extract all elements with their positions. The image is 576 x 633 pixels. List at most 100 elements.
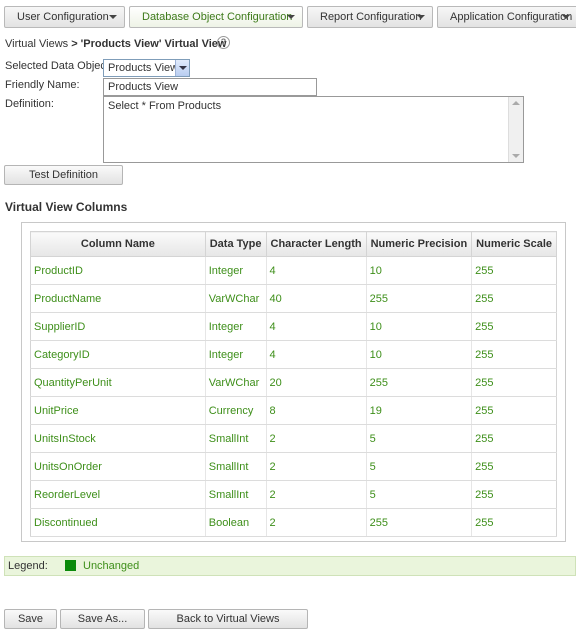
table-row[interactable]: ProductID Integer 4 10 255 <box>30 256 557 285</box>
column-header-numeric-scale[interactable]: Numeric Scale <box>471 231 557 257</box>
cell-character-length: 20 <box>265 368 367 397</box>
cell-character-length: 2 <box>265 508 367 537</box>
cell-character-length: 2 <box>265 480 367 509</box>
save-as-button[interactable]: Save As... <box>60 609 145 629</box>
help-icon[interactable]: ? <box>217 36 230 49</box>
cell-data-type: Integer <box>204 312 266 341</box>
cell-character-length: 2 <box>265 424 367 453</box>
cell-numeric-scale: 255 <box>471 368 557 397</box>
tab-label: Application Configuration <box>450 11 573 23</box>
definition-label: Definition: <box>5 98 54 110</box>
table-row[interactable]: Discontinued Boolean 2 255 255 <box>30 508 557 537</box>
cell-column-name: QuantityPerUnit <box>30 368 206 397</box>
tab-label: Report Configuration <box>320 11 422 23</box>
breadcrumb-parent-link[interactable]: Virtual Views <box>5 38 68 50</box>
friendly-name-input[interactable]: Products View <box>103 78 317 96</box>
tab-user-configuration[interactable]: User Configuration <box>4 6 125 28</box>
cell-column-name: SupplierID <box>30 312 206 341</box>
cell-data-type: Boolean <box>204 508 266 537</box>
table-header-row: Column Name Data Type Character Length N… <box>30 231 557 257</box>
legend-swatch-unchanged <box>65 560 76 571</box>
cell-character-length: 4 <box>265 312 367 341</box>
table-row[interactable]: ReorderLevel SmallInt 2 5 255 <box>30 480 557 509</box>
cell-numeric-precision: 255 <box>365 508 472 537</box>
breadcrumb-separator: > <box>71 38 78 50</box>
cell-numeric-scale: 255 <box>471 312 557 341</box>
cell-numeric-precision: 10 <box>365 340 472 369</box>
cell-numeric-scale: 255 <box>471 424 557 453</box>
tab-report-configuration[interactable]: Report Configuration <box>307 6 433 28</box>
scroll-down-icon[interactable] <box>512 154 520 158</box>
table-row[interactable]: UnitsInStock SmallInt 2 5 255 <box>30 424 557 453</box>
test-definition-button[interactable]: Test Definition <box>4 165 123 185</box>
columns-table: Column Name Data Type Character Length N… <box>30 231 557 537</box>
cell-column-name: UnitsInStock <box>30 424 206 453</box>
tab-database-object-configuration[interactable]: Database Object Configuration <box>129 6 303 28</box>
cell-character-length: 4 <box>265 256 367 285</box>
breadcrumb: Virtual Views > 'Products View' Virtual Vi… <box>5 38 226 50</box>
definition-scrollbar[interactable] <box>508 97 523 162</box>
table-row[interactable]: ProductName VarWChar 40 255 255 <box>30 284 557 313</box>
legend-bar: Legend: Unchanged <box>4 556 576 576</box>
selected-object-label: Selected Data Object: <box>5 60 113 72</box>
cell-character-length: 4 <box>265 340 367 369</box>
cell-numeric-scale: 255 <box>471 508 557 537</box>
definition-textarea[interactable]: Select * From Products <box>103 96 524 163</box>
config-tab-bar: User Configuration Database Object Confi… <box>0 0 576 32</box>
column-header-character-length[interactable]: Character Length <box>265 231 367 257</box>
tab-label: User Configuration <box>17 11 109 23</box>
chevron-down-icon <box>109 15 117 19</box>
cell-numeric-precision: 5 <box>365 480 472 509</box>
selected-data-object-value: Products View <box>108 62 179 74</box>
save-button[interactable]: Save <box>4 609 57 629</box>
cell-numeric-scale: 255 <box>471 452 557 481</box>
cell-column-name: UnitPrice <box>30 396 206 425</box>
tab-application-configuration[interactable]: Application Configuration <box>437 6 576 28</box>
back-to-virtual-views-button[interactable]: Back to Virtual Views <box>148 609 308 629</box>
column-header-numeric-precision[interactable]: Numeric Precision <box>365 231 473 257</box>
cell-numeric-scale: 255 <box>471 480 557 509</box>
cell-character-length: 8 <box>265 396 367 425</box>
cell-numeric-precision: 10 <box>365 312 472 341</box>
cell-numeric-scale: 255 <box>471 340 557 369</box>
cell-data-type: SmallInt <box>204 424 266 453</box>
scroll-up-icon[interactable] <box>512 101 520 105</box>
cell-numeric-scale: 255 <box>471 284 557 313</box>
legend-label: Legend: <box>8 560 48 572</box>
cell-numeric-precision: 5 <box>365 424 472 453</box>
cell-data-type: Integer <box>204 256 266 285</box>
cell-column-name: ProductName <box>30 284 206 313</box>
cell-data-type: Currency <box>204 396 266 425</box>
table-row[interactable]: QuantityPerUnit VarWChar 20 255 255 <box>30 368 557 397</box>
cell-data-type: Integer <box>204 340 266 369</box>
cell-numeric-precision: 5 <box>365 452 472 481</box>
cell-numeric-precision: 10 <box>365 256 472 285</box>
cell-numeric-precision: 255 <box>365 284 472 313</box>
definition-text: Select * From Products <box>108 100 222 112</box>
selected-data-object-select[interactable]: Products View <box>103 59 190 77</box>
cell-numeric-precision: 255 <box>365 368 472 397</box>
legend-item-unchanged: Unchanged <box>83 560 140 572</box>
chevron-down-icon <box>562 15 570 19</box>
table-row[interactable]: CategoryID Integer 4 10 255 <box>30 340 557 369</box>
cell-column-name: Discontinued <box>30 508 206 537</box>
cell-data-type: VarWChar <box>204 368 266 397</box>
table-row[interactable]: UnitPrice Currency 8 19 255 <box>30 396 557 425</box>
breadcrumb-current: 'Products View' Virtual View <box>80 38 227 50</box>
cell-numeric-scale: 255 <box>471 256 557 285</box>
column-header-column-name[interactable]: Column Name <box>30 231 206 257</box>
cell-data-type: VarWChar <box>204 284 266 313</box>
tab-label: Database Object Configuration <box>142 11 293 23</box>
table-row[interactable]: UnitsOnOrder SmallInt 2 5 255 <box>30 452 557 481</box>
column-header-data-type[interactable]: Data Type <box>204 231 267 257</box>
chevron-down-icon[interactable] <box>175 60 189 76</box>
chevron-down-icon <box>287 15 295 19</box>
cell-data-type: SmallInt <box>204 480 266 509</box>
cell-column-name: ProductID <box>30 256 206 285</box>
friendly-name-label: Friendly Name: <box>5 79 80 91</box>
cell-column-name: UnitsOnOrder <box>30 452 206 481</box>
cell-column-name: CategoryID <box>30 340 206 369</box>
cell-numeric-scale: 255 <box>471 396 557 425</box>
cell-numeric-precision: 19 <box>365 396 472 425</box>
table-row[interactable]: SupplierID Integer 4 10 255 <box>30 312 557 341</box>
